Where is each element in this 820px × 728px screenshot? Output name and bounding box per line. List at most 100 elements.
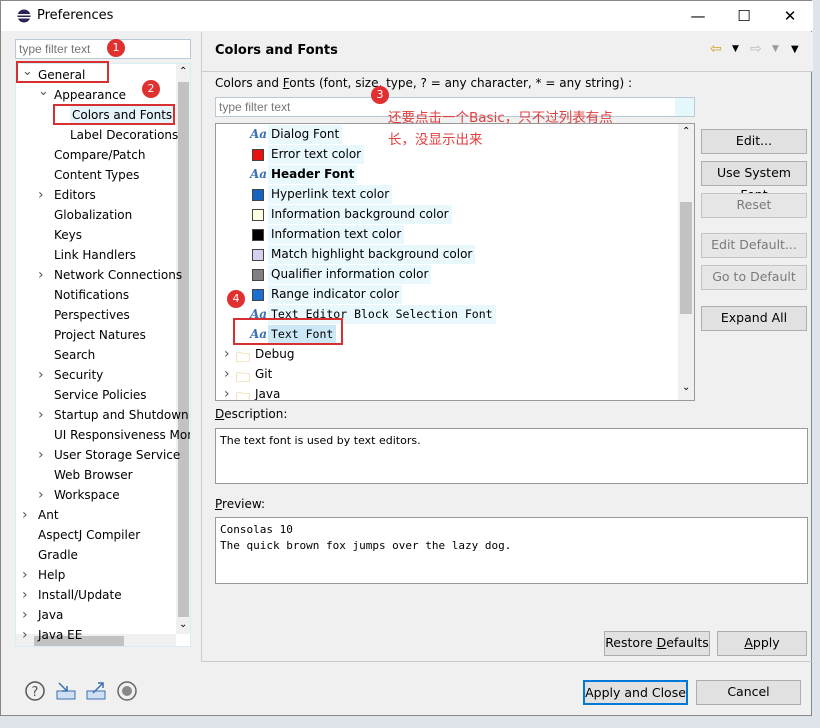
tree-item[interactable]: Perspectives (16, 305, 176, 325)
list-item-label: Qualifier information color (271, 267, 429, 281)
chevron-right-icon[interactable]: › (38, 265, 44, 285)
forward-menu-icon[interactable]: ▼ (772, 44, 779, 54)
list-item[interactable]: Match highlight background color (268, 245, 476, 264)
tree-item-label: Java (38, 608, 64, 622)
minimize-button[interactable]: — (683, 5, 713, 27)
list-item-label: Error text color (271, 147, 362, 161)
tree-item[interactable]: › Editors (16, 185, 176, 205)
list-item[interactable]: Dialog Font (268, 125, 343, 144)
list-item[interactable]: Java (252, 385, 284, 400)
chevron-right-icon[interactable]: › (22, 625, 28, 645)
tree-item[interactable]: AspectJ Compiler (16, 525, 176, 545)
help-icon[interactable]: ? (25, 681, 45, 701)
tree-item[interactable]: Compare/Patch (16, 145, 176, 165)
tree-item[interactable]: UI Responsiveness Monitoring (16, 425, 190, 445)
list-vscrollbar[interactable]: ⌃ ⌄ (678, 124, 694, 400)
expand-all-button[interactable]: Expand All (701, 306, 807, 331)
tree-item[interactable]: Notifications (16, 285, 176, 305)
scroll-down-icon[interactable]: ⌄ (179, 619, 187, 630)
list-item[interactable]: Git (252, 365, 276, 384)
tree-item[interactable]: Globalization (16, 205, 176, 225)
tree-item[interactable]: › Startup and Shutdown (16, 405, 189, 425)
scroll-up-icon[interactable]: ⌃ (179, 66, 187, 77)
chevron-right-icon[interactable]: › (22, 585, 28, 605)
scroll-up-icon[interactable]: ⌃ (682, 126, 690, 137)
preferences-tree[interactable]: ⌃ ⌄ ⌄ General ⌄ Appearance Colors and Fonts L… (15, 63, 191, 647)
tree-item[interactable]: Label Decorations (16, 125, 178, 145)
tree-item[interactable]: Search (16, 345, 176, 365)
apply-and-close-button[interactable]: Apply and Close (583, 680, 688, 705)
page-title: Colors and Fonts (215, 43, 338, 58)
record-icon[interactable] (117, 681, 137, 701)
scroll-down-icon[interactable]: ⌄ (682, 382, 690, 393)
cancel-button[interactable]: Cancel (696, 680, 801, 705)
tree-item[interactable]: Service Policies (16, 385, 176, 405)
tree-item-label: User Storage Service (54, 448, 181, 462)
tree-item[interactable]: › User Storage Service (16, 445, 180, 465)
tree-item[interactable]: Content Types (16, 165, 176, 185)
tree-vscrollbar[interactable]: ⌃ ⌄ (176, 64, 190, 634)
tree-item[interactable]: › Network Connections (16, 265, 182, 285)
list-item[interactable]: Debug (252, 345, 298, 364)
list-item[interactable]: Hyperlink text color (268, 185, 393, 204)
maximize-button[interactable]: ☐ (729, 5, 759, 27)
tree-item[interactable]: › Help (16, 565, 176, 585)
font-icon: Aa (250, 127, 268, 141)
tree-item-label: Keys (54, 228, 83, 242)
list-item[interactable]: Information text color (268, 225, 405, 244)
view-menu-icon[interactable]: ▼ (791, 44, 799, 55)
forward-icon[interactable]: ⇨ (750, 41, 762, 57)
import-icon[interactable] (55, 681, 77, 701)
tree-item[interactable]: › Java (16, 605, 176, 625)
list-item[interactable]: Error text color (268, 145, 365, 164)
chevron-right-icon[interactable]: › (22, 505, 28, 525)
chevron-right-icon[interactable]: › (38, 485, 44, 505)
apply-button[interactable]: Apply (717, 631, 807, 656)
list-item[interactable]: Qualifier information color (268, 265, 432, 284)
filter-label: Colors and Fonts (font, size, type, ? = … (215, 76, 633, 90)
edit-button[interactable]: Edit... (701, 129, 807, 154)
tree-item[interactable]: Keys (16, 225, 176, 245)
reset-button: Reset (701, 193, 807, 218)
tree-item[interactable]: › Install/Update (16, 585, 176, 605)
annotation-badge: 3 (371, 86, 389, 104)
tree-item[interactable]: › Security (16, 365, 176, 385)
tree-item-label: Appearance (54, 88, 127, 102)
chevron-right-icon[interactable]: › (38, 445, 44, 465)
list-item[interactable]: Header Font (268, 165, 358, 184)
restore-defaults-button[interactable]: Restore Defaults (604, 631, 710, 656)
chevron-right-icon[interactable]: › (22, 565, 28, 585)
colors-fonts-tree[interactable]: ⌃ ⌄ Aa Dialog Font Error text color Aa Heade… (215, 123, 695, 401)
back-icon[interactable]: ⇦ (710, 41, 722, 57)
export-icon[interactable] (85, 681, 107, 701)
list-item-label: Information text color (271, 227, 402, 241)
font-icon: Aa (250, 167, 268, 181)
back-menu-icon[interactable]: ▼ (732, 44, 739, 54)
eclipse-icon (17, 9, 31, 23)
use-system-font-button[interactable]: Use System Font (701, 161, 807, 202)
chevron-right-icon[interactable]: › (38, 405, 44, 425)
chevron-right-icon[interactable]: › (38, 365, 44, 385)
chevron-right-icon[interactable]: › (224, 345, 230, 364)
tree-item-label: Security (54, 368, 104, 382)
chevron-right-icon[interactable]: › (22, 605, 28, 625)
scroll-thumb[interactable] (680, 202, 692, 314)
close-button[interactable]: ✕ (775, 5, 805, 27)
list-item[interactable]: Information background color (268, 205, 452, 224)
chevron-down-icon[interactable]: ⌄ (38, 82, 49, 102)
tree-item-label: Network Connections (54, 268, 183, 282)
chevron-right-icon[interactable]: › (38, 185, 44, 205)
scroll-thumb[interactable] (178, 82, 189, 617)
chevron-right-icon[interactable]: › (224, 365, 230, 384)
list-item[interactable]: Range indicator color (268, 285, 403, 304)
tree-item[interactable]: Gradle (16, 545, 176, 565)
annotation-badge: 2 (142, 80, 160, 98)
tree-item[interactable]: Project Natures (16, 325, 176, 345)
chevron-right-icon[interactable]: › (224, 385, 230, 400)
left-filter-input[interactable] (15, 39, 191, 59)
tree-item[interactable]: Link Handlers (16, 245, 176, 265)
tree-item[interactable]: › Ant (16, 505, 176, 525)
tree-item[interactable]: › Workspace (16, 485, 176, 505)
tree-item[interactable]: › Java EE (16, 625, 176, 645)
tree-item[interactable]: Web Browser (16, 465, 176, 485)
